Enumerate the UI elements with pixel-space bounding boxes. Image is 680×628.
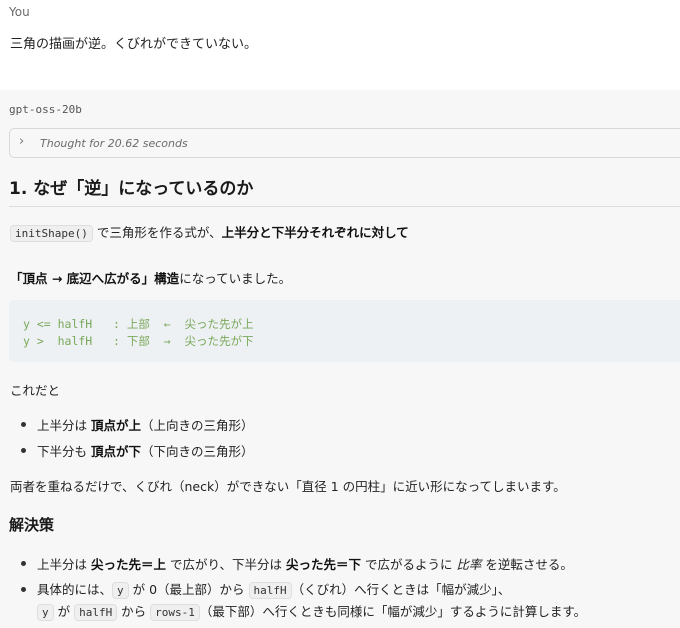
text: が 0（最上部）から xyxy=(128,582,249,597)
user-message-block: You 三角の描画が逆。くびれができていない。 xyxy=(0,0,680,90)
inline-code: rows-1 xyxy=(150,604,200,621)
bold-text: 尖った先＝上 xyxy=(90,557,166,572)
text: 具体的には、 xyxy=(37,582,113,597)
list-item: 上半分は 頂点が上（上向きの三角形） xyxy=(37,415,254,434)
thought-label: Thought for 20.62 seconds xyxy=(40,137,188,150)
text: が xyxy=(53,604,75,619)
list-item: 上半分は 尖った先＝上 で広がり、下半分は 尖った先＝下 で広がるように 比率 … xyxy=(37,554,573,573)
section-heading: 1. なぜ「逆」になっているのか xyxy=(9,179,254,199)
code-line: y > halfH : 下部 → 尖った先が下 xyxy=(23,334,254,348)
text: （上向きの三角形） xyxy=(141,418,254,433)
bold-text: 頂点が下 xyxy=(90,444,141,459)
inline-code: y xyxy=(112,582,129,599)
sender-name: You xyxy=(9,5,30,19)
heading-divider xyxy=(9,206,680,207)
sub-heading: 解決策 xyxy=(9,516,55,534)
bold-text: 尖った先＝下 xyxy=(285,557,361,572)
inline-code: y xyxy=(37,604,54,621)
text: で広がるように xyxy=(360,557,457,572)
list-item-continuation: y が halfH から rows-1 （最下部）へ行くときも同様に「幅が減少」す… xyxy=(37,601,586,621)
assistant-message-block: gpt-oss-20b › Thought for 20.62 seconds … xyxy=(0,90,680,628)
bold-text: 頂点が上 xyxy=(90,418,141,433)
inline-code: initShape() xyxy=(10,225,93,242)
text: を逆転させる。 xyxy=(481,557,573,572)
text: で広がり、下半分は xyxy=(166,557,286,572)
bullet-dot xyxy=(21,587,26,592)
bullet-dot xyxy=(21,561,26,566)
inline-code: halfH xyxy=(74,604,118,621)
bullet-dot xyxy=(21,422,26,427)
inline-code: halfH xyxy=(248,582,292,599)
text: （最下部）へ行くときも同様に「幅が減少」するように計算します。 xyxy=(199,604,587,619)
text: になっていました。 xyxy=(179,271,292,286)
paragraph-1: initShape() で三角形を作る式が、上半分と下半分それぞれに対して xyxy=(10,222,409,242)
model-name: gpt-oss-20b xyxy=(9,103,82,116)
code-line: y <= halfH : 上部 ← 尖った先が上 xyxy=(23,317,254,331)
user-message-text: 三角の描画が逆。くびれができていない。 xyxy=(10,37,258,52)
list-item: 下半分も 頂点が下（下向きの三角形） xyxy=(37,441,254,460)
text: 下半分も xyxy=(37,444,91,459)
italic-text: 比率 xyxy=(456,557,482,572)
bold-text: 「頂点 → 底辺へ広がる」構造 xyxy=(10,271,180,286)
bold-text: 上半分と下半分それぞれに対して xyxy=(221,225,409,240)
code-block: y <= halfH : 上部 ← 尖った先が上 y > halfH : 下部 … xyxy=(9,300,680,362)
text: で三角形を作る式が、 xyxy=(92,225,222,240)
text: から xyxy=(117,604,151,619)
list-item: 具体的には、 y が 0（最上部）から halfH （くびれ）へ行くときは「幅が減少… xyxy=(37,579,510,599)
text: 上半分は xyxy=(37,557,91,572)
chevron-right-icon: › xyxy=(19,134,25,149)
bullet-dot xyxy=(21,448,26,453)
text: 上半分は xyxy=(37,418,91,433)
paragraph-4: 両者を重ねるだけで、くびれ（neck）ができない「直径 1 の円柱」に近い形にな… xyxy=(10,479,566,494)
paragraph-3: これだと xyxy=(10,383,61,398)
thought-toggle[interactable]: › Thought for 20.62 seconds xyxy=(9,128,680,158)
text: （下向きの三角形） xyxy=(141,444,254,459)
paragraph-2: 「頂点 → 底辺へ広がる」構造になっていました。 xyxy=(10,268,291,287)
text: （くびれ）へ行くときは「幅が減少」、 xyxy=(291,582,511,597)
